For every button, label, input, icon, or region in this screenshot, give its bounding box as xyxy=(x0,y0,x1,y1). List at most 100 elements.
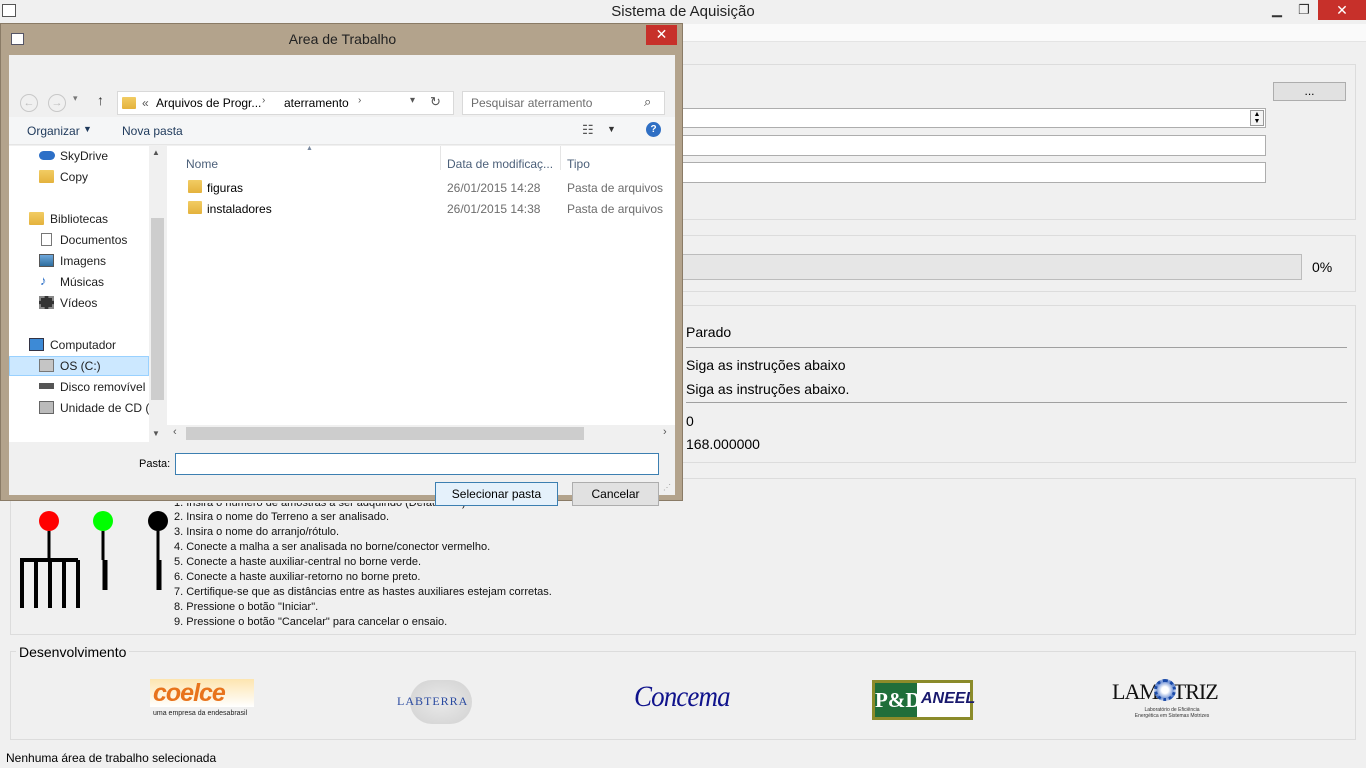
file-row[interactable]: figuras 26/01/2015 14:28 Pasta de arquiv… xyxy=(167,177,675,198)
address-dropdown-icon[interactable]: ▾ xyxy=(410,95,415,106)
nav-item-pictures[interactable]: Imagens xyxy=(9,251,149,271)
scroll-up-icon[interactable]: ▲ xyxy=(152,148,160,157)
dialog-close-icon[interactable]: ✕ xyxy=(646,25,677,45)
column-divider[interactable] xyxy=(440,146,441,170)
instruction-4: 4. Conecte a malha a ser analisada no bo… xyxy=(174,541,491,553)
folder-label: Pasta: xyxy=(139,458,171,470)
minimize-icon[interactable]: ▁ xyxy=(1263,0,1291,20)
up-icon[interactable]: ↑ xyxy=(97,92,104,108)
nav-scrollbar[interactable]: ▲ ▼ xyxy=(149,146,166,442)
divider xyxy=(686,402,1347,403)
cancel-button[interactable]: Cancelar xyxy=(572,482,659,506)
column-header-name[interactable]: Nome xyxy=(186,157,218,171)
organize-chevron-down-icon[interactable]: ▼ xyxy=(83,124,92,134)
organize-button[interactable]: Organizar xyxy=(27,124,80,138)
scroll-left-icon[interactable]: ‹ xyxy=(173,426,177,438)
instruction-9: 9. Pressione o botão "Cancelar" para can… xyxy=(174,616,448,628)
scroll-thumb[interactable] xyxy=(151,218,164,400)
file-row[interactable]: instaladores 26/01/2015 14:38 Pasta de a… xyxy=(167,198,675,219)
nav-item-removable-disk[interactable]: Disco removível ( xyxy=(9,377,149,397)
nav-item-cd-drive[interactable]: Unidade de CD ( xyxy=(9,398,149,418)
file-name: figuras xyxy=(207,181,244,195)
address-separator-icon[interactable]: › xyxy=(262,95,265,106)
dialog-title: Area de Trabalho xyxy=(288,31,397,47)
samples-spinbox[interactable]: ▲ ▼ xyxy=(600,108,1266,128)
refresh-icon[interactable]: ↻ xyxy=(430,94,441,110)
file-list-hscrollbar[interactable]: ‹ › xyxy=(167,425,675,442)
new-folder-button[interactable]: Nova pasta xyxy=(122,124,183,138)
address-bar[interactable]: « Arquivos de Progr... › aterramento › ▾… xyxy=(117,91,454,115)
labterra-logo: LABTERRA xyxy=(394,678,492,726)
aneel-logo-text: ANEEL xyxy=(921,690,976,707)
pd-logo-text: P&D xyxy=(875,683,921,717)
nav-item-label: SkyDrive xyxy=(60,149,109,163)
folder-input[interactable] xyxy=(175,453,659,475)
nav-item-os-drive[interactable]: OS (C:) xyxy=(9,356,149,376)
app-icon xyxy=(2,4,16,17)
drive-icon xyxy=(39,359,54,372)
status-value-2: 168.000000 xyxy=(686,436,760,452)
nav-item-label: Vídeos xyxy=(60,296,98,310)
labterra-logo-text: LABTERRA xyxy=(397,694,469,708)
back-icon[interactable]: ← xyxy=(20,94,38,112)
close-icon[interactable]: ✕ xyxy=(1318,0,1366,20)
green-terminal xyxy=(93,511,113,531)
help-icon[interactable]: ? xyxy=(646,122,661,137)
nav-item-label: Computador xyxy=(50,338,117,352)
address-separator-icon[interactable]: › xyxy=(358,95,361,106)
folder-icon xyxy=(188,180,202,193)
dialog-body: ← → ▾ ↑ « Arquivos de Progr... › aterram… xyxy=(9,55,675,506)
address-segment-aterramento[interactable]: aterramento xyxy=(284,96,349,110)
nav-item-skydrive[interactable]: SkyDrive xyxy=(9,146,149,166)
select-folder-button[interactable]: Selecionar pasta xyxy=(435,482,558,506)
address-segment-program-files[interactable]: Arquivos de Progr... xyxy=(156,96,261,110)
column-header-date[interactable]: Data de modificaç... xyxy=(447,157,553,171)
terrain-name-input[interactable] xyxy=(600,135,1266,156)
nav-item-copy[interactable]: Copy xyxy=(9,167,149,187)
file-name: instaladores xyxy=(207,202,272,216)
column-header-type[interactable]: Tipo xyxy=(567,157,590,171)
scroll-right-icon[interactable]: › xyxy=(663,426,667,438)
coelce-logo-text: coelce xyxy=(153,679,226,707)
arrangement-name-input[interactable] xyxy=(600,162,1266,183)
search-input[interactable]: Pesquisar aterramento ⌕ xyxy=(462,91,665,115)
recent-locations-chevron-icon[interactable]: ▾ xyxy=(73,93,78,104)
spin-arrows-icon[interactable]: ▲ ▼ xyxy=(1250,110,1264,126)
removable-drive-icon xyxy=(39,383,54,389)
browse-button[interactable]: ... xyxy=(1273,82,1346,101)
scroll-down-icon[interactable]: ▼ xyxy=(152,429,160,438)
file-date: 26/01/2015 14:38 xyxy=(447,202,541,216)
nav-item-music[interactable]: ♪ Músicas xyxy=(9,272,149,292)
resize-grip-icon[interactable]: ⋰ xyxy=(663,483,671,492)
cloud-icon xyxy=(39,151,55,160)
status-message-1: Siga as instruções abaixo xyxy=(686,357,846,373)
file-type: Pasta de arquivos xyxy=(567,181,664,195)
nav-item-label: Copy xyxy=(60,170,89,184)
search-icon[interactable]: ⌕ xyxy=(644,94,651,110)
development-group-label: Desenvolvimento xyxy=(16,644,130,660)
nav-item-computer[interactable]: Computador xyxy=(9,335,149,355)
concema-logo: Concema xyxy=(634,680,734,720)
status-bar: Nenhuma área de trabalho selecionada xyxy=(6,751,217,765)
file-type: Pasta de arquivos xyxy=(567,202,664,216)
address-overflow-chevron[interactable]: « xyxy=(142,96,149,110)
nav-item-libraries[interactable]: Bibliotecas xyxy=(9,209,149,229)
view-options-icon[interactable]: ☷ xyxy=(582,122,594,138)
forward-icon[interactable]: → xyxy=(48,94,66,112)
instruction-8: 8. Pressione o botão "Iniciar". xyxy=(174,601,319,613)
view-chevron-down-icon[interactable]: ▼ xyxy=(607,124,616,134)
nav-item-documents[interactable]: Documentos xyxy=(9,230,149,250)
scroll-thumb[interactable] xyxy=(186,427,584,440)
status-value-1: 0 xyxy=(686,413,694,429)
nav-item-label: Imagens xyxy=(60,254,107,268)
music-icon: ♪ xyxy=(40,273,47,288)
folder-icon xyxy=(188,201,202,214)
column-divider[interactable] xyxy=(560,146,561,170)
restore-icon[interactable]: ❐ xyxy=(1290,0,1318,20)
nav-item-videos[interactable]: Vídeos xyxy=(9,293,149,313)
main-window-title: Sistema de Aquisição xyxy=(611,3,755,20)
nav-item-label: Documentos xyxy=(60,233,128,247)
file-date: 26/01/2015 14:28 xyxy=(447,181,541,195)
progress-percent: 0% xyxy=(1312,259,1333,275)
pd-aneel-logo: P&D ANEEL xyxy=(872,680,976,720)
